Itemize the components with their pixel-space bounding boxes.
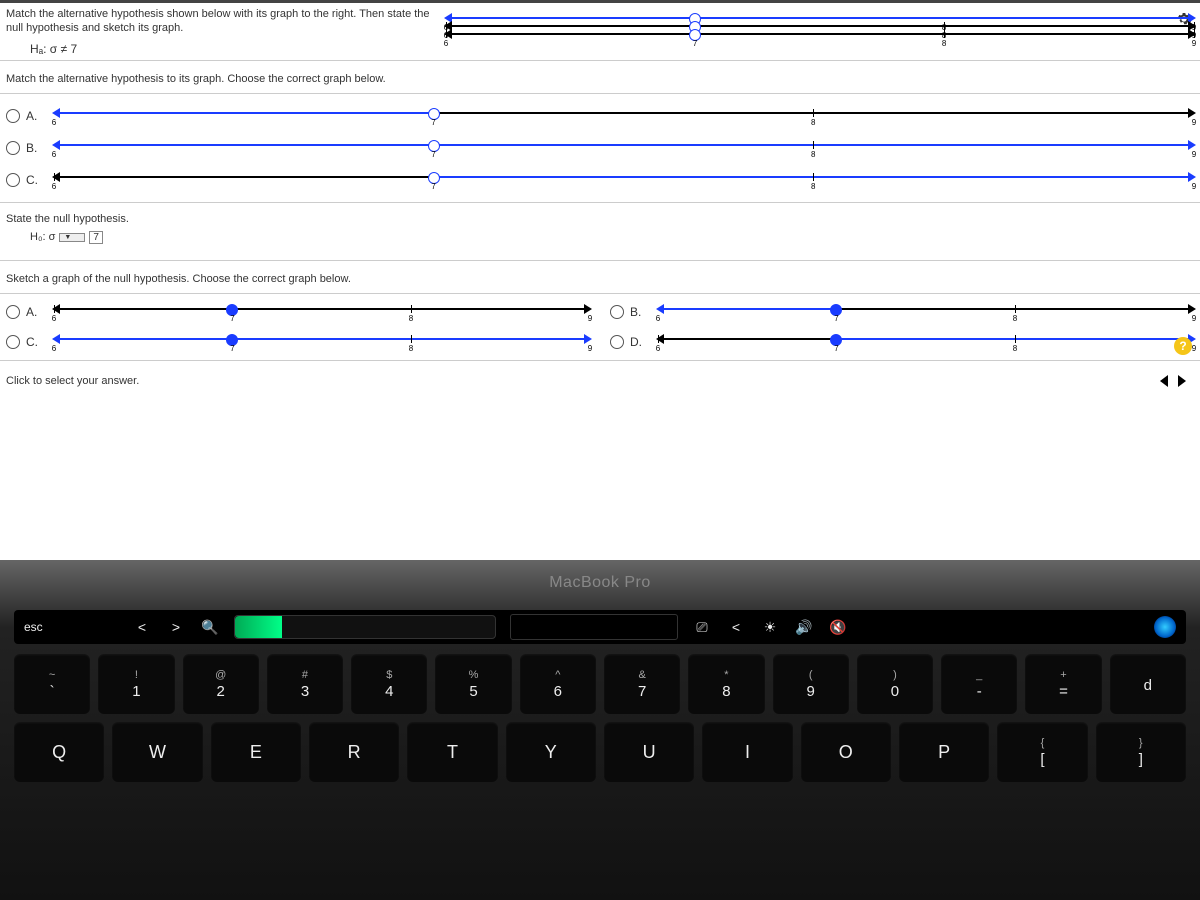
choice-c-radio[interactable] xyxy=(6,173,20,187)
null-operator-dropdown[interactable] xyxy=(59,233,85,242)
key-T[interactable]: T xyxy=(407,722,497,782)
null-lhs: H₀: σ xyxy=(30,231,55,243)
key-Q[interactable]: Q xyxy=(14,722,104,782)
key-][interactable]: }] xyxy=(1096,722,1186,782)
touchbar-back2-icon[interactable]: < xyxy=(726,617,746,637)
help-button[interactable]: ? xyxy=(1174,337,1192,355)
key-P[interactable]: P xyxy=(899,722,989,782)
choice-b-radio[interactable] xyxy=(6,141,20,155)
question-prompt: Match the alternative hypothesis shown b… xyxy=(6,7,446,36)
section2-text: Sketch a graph of the null hypothesis. C… xyxy=(0,261,1200,294)
prev-button[interactable] xyxy=(1160,375,1168,387)
null-heading: State the null hypothesis. xyxy=(6,213,1194,225)
key-[[interactable]: {[ xyxy=(997,722,1087,782)
touchbar-mute-icon[interactable]: 🔇 xyxy=(828,617,848,637)
touchbar-slider[interactable] xyxy=(234,615,496,639)
key-Y[interactable]: Y xyxy=(506,722,596,782)
null-choice-d-radio[interactable] xyxy=(610,335,624,349)
touchbar-brightness-icon[interactable]: ☀ xyxy=(760,617,780,637)
choice-a-radio[interactable] xyxy=(6,109,20,123)
key-U[interactable]: U xyxy=(604,722,694,782)
key-5[interactable]: %5 xyxy=(435,654,511,714)
choice-b-label: B. xyxy=(26,141,48,155)
touchbar-volume-icon[interactable]: 🔊 xyxy=(794,617,814,637)
alt-hypothesis: Hₐ: σ ≠ 7 xyxy=(6,36,446,56)
next-button[interactable] xyxy=(1178,375,1186,387)
key-1[interactable]: !1 xyxy=(98,654,174,714)
key-9[interactable]: (9 xyxy=(773,654,849,714)
footer-text: Click to select your answer. xyxy=(6,375,139,387)
key-E[interactable]: E xyxy=(211,722,301,782)
touchbar: esc < > 🔍 ⎚ < ☀ 🔊 🔇 xyxy=(14,610,1186,644)
key-d[interactable]: d xyxy=(1110,654,1186,714)
choice-c-label: C. xyxy=(26,173,48,187)
null-value: 7 xyxy=(89,231,103,244)
choice-a-label: A. xyxy=(26,109,48,123)
null-choice-b-graph: 6 7 8 9 xyxy=(658,300,1194,324)
key-R[interactable]: R xyxy=(309,722,399,782)
key-8[interactable]: *8 xyxy=(688,654,764,714)
null-choice-c-radio[interactable] xyxy=(6,335,20,349)
choice-a-graph: 6 7 8 9 xyxy=(54,104,1194,128)
key-I[interactable]: I xyxy=(702,722,792,782)
touchbar-search-icon[interactable]: 🔍 xyxy=(200,617,220,637)
touchbar-esc[interactable]: esc xyxy=(24,620,84,634)
keyboard: ~`!1@2#3$4%5^6&7*8(9)0_-+=d QWERTYUIOP{[… xyxy=(14,654,1186,782)
null-choice-b-label: B. xyxy=(630,305,652,319)
null-choice-a-graph: 6 7 8 9 xyxy=(54,300,590,324)
null-choice-a-radio[interactable] xyxy=(6,305,20,319)
null-choice-d-graph: 6 7 8 9 xyxy=(658,330,1194,354)
touchbar-screenshot-icon[interactable]: ⎚ xyxy=(692,617,712,637)
null-choice-c-label: C. xyxy=(26,335,48,349)
key-O[interactable]: O xyxy=(801,722,891,782)
key-3[interactable]: #3 xyxy=(267,654,343,714)
key--[interactable]: _- xyxy=(941,654,1017,714)
key-7[interactable]: &7 xyxy=(604,654,680,714)
key-4[interactable]: $4 xyxy=(351,654,427,714)
section1-text: Match the alternative hypothesis to its … xyxy=(0,61,1200,94)
null-choice-d-label: D. xyxy=(630,335,652,349)
choice-b-graph: 6 7 8 9 xyxy=(54,136,1194,160)
laptop-brand: MacBook Pro xyxy=(0,560,1200,592)
key-=[interactable]: += xyxy=(1025,654,1101,714)
key-W[interactable]: W xyxy=(112,722,202,782)
key-2[interactable]: @2 xyxy=(183,654,259,714)
touchbar-siri-icon[interactable] xyxy=(1154,616,1176,638)
reference-graphs: 6 7 8 9 6 7 8 9 6 7 xyxy=(446,7,1194,25)
null-choice-a-label: A. xyxy=(26,305,48,319)
touchbar-back-icon[interactable]: < xyxy=(132,617,152,637)
touchbar-info xyxy=(510,614,678,640)
null-choice-b-radio[interactable] xyxy=(610,305,624,319)
key-`[interactable]: ~` xyxy=(14,654,90,714)
key-6[interactable]: ^6 xyxy=(520,654,596,714)
key-0[interactable]: )0 xyxy=(857,654,933,714)
choice-c-graph: 6 7 8 9 xyxy=(54,168,1194,192)
null-choice-c-graph: 6 7 8 9 xyxy=(54,330,590,354)
laptop-body: MacBook Pro esc < > 🔍 ⎚ < ☀ 🔊 🔇 ~`!1@2#3… xyxy=(0,560,1200,900)
touchbar-fwd-icon[interactable]: > xyxy=(166,617,186,637)
